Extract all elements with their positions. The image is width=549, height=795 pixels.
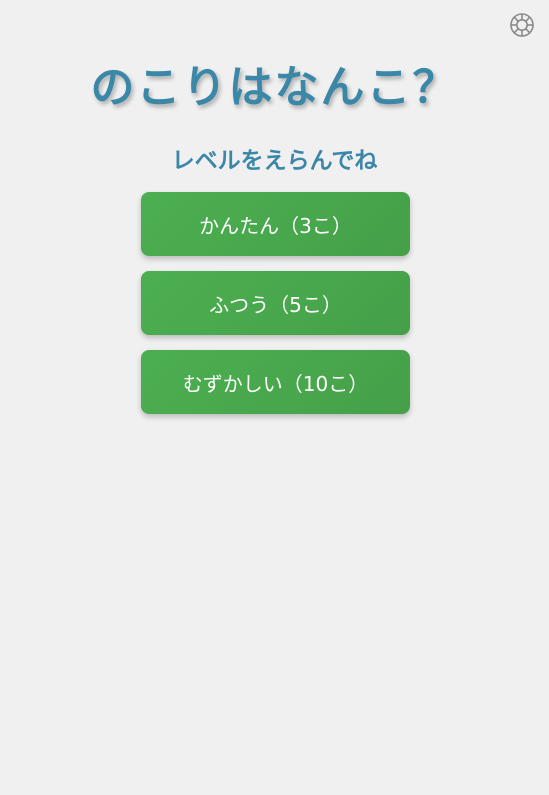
normal-level-button[interactable]: ふつう（5こ）	[141, 271, 410, 335]
hard-level-button[interactable]: むずかしい（10こ）	[141, 350, 410, 414]
level-button-list: かんたん（3こ） ふつう（5こ） むずかしい（10こ）	[141, 192, 410, 429]
page-title: のこりはなんこ？	[90, 62, 459, 113]
level-select-prompt: レベルをえらんでね	[171, 148, 378, 174]
settings-button[interactable]	[509, 12, 535, 38]
gear-icon	[509, 12, 535, 38]
easy-level-button[interactable]: かんたん（3こ）	[141, 192, 410, 256]
